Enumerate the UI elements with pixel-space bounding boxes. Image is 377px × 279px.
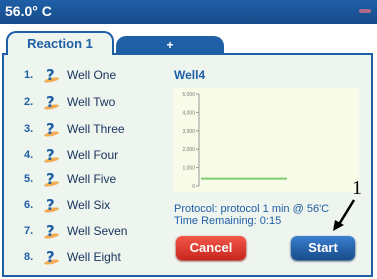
help-icon[interactable]: ? bbox=[43, 248, 60, 266]
help-icon[interactable]: ? bbox=[43, 66, 60, 84]
well-item-5[interactable]: 5. ? Well Five bbox=[24, 170, 116, 188]
tab-reaction-1[interactable]: Reaction 1 bbox=[6, 31, 114, 55]
well-number: 8. bbox=[24, 251, 34, 263]
y-tick-label: 0 bbox=[192, 184, 195, 190]
well-item-4[interactable]: 4. ? Well Four bbox=[24, 146, 118, 164]
well-item-2[interactable]: 2. ? Well Two bbox=[24, 93, 115, 111]
well-item-1[interactable]: 1. ? Well One bbox=[24, 66, 116, 84]
protocol-text: Protocol: protocol 1 min @ 56'C bbox=[174, 203, 330, 215]
well-number: 4. bbox=[24, 149, 34, 161]
well-name: Well Two bbox=[67, 95, 116, 109]
amplification-chart: 0 1,000 2,000 3,000 4,000 5,000 bbox=[173, 88, 359, 192]
help-icon[interactable]: ? bbox=[43, 120, 60, 138]
title-bar: 56.0° C bbox=[0, 0, 377, 24]
y-tick-label: 1,000 bbox=[182, 166, 195, 172]
well-number: 3. bbox=[24, 123, 34, 135]
well-item-7[interactable]: 7. ? Well Seven bbox=[24, 222, 127, 240]
well-item-6[interactable]: 6. ? Well Six bbox=[24, 196, 110, 214]
well-number: 6. bbox=[24, 199, 34, 211]
reaction-panel: 1. ? Well One 2. ? Well Two 3. ? Well Th… bbox=[2, 53, 373, 277]
help-icon[interactable]: ? bbox=[43, 170, 60, 188]
selected-well-title: Well4 bbox=[174, 68, 206, 82]
callout-arrow bbox=[333, 199, 356, 231]
plus-icon: + bbox=[166, 38, 174, 52]
time-remaining-text: Time Remaining: 0:15 bbox=[174, 215, 282, 227]
add-tab-button[interactable]: + bbox=[116, 36, 224, 54]
help-icon[interactable]: ? bbox=[43, 146, 60, 164]
y-tick-label: 3,000 bbox=[182, 129, 195, 135]
well-item-3[interactable]: 3. ? Well Three bbox=[24, 120, 125, 138]
y-tick-label: 5,000 bbox=[182, 92, 195, 98]
well-number: 2. bbox=[24, 96, 34, 108]
status-indicator bbox=[359, 9, 371, 13]
y-tick-label: 2,000 bbox=[182, 147, 195, 153]
help-icon[interactable]: ? bbox=[43, 196, 60, 214]
y-tick-label: 4,000 bbox=[182, 110, 195, 116]
help-icon[interactable]: ? bbox=[43, 93, 60, 111]
start-button[interactable]: Start bbox=[291, 236, 355, 260]
tab-label: Reaction 1 bbox=[27, 36, 93, 51]
well-name: Well Six bbox=[67, 198, 111, 212]
well-item-8[interactable]: 8. ? Well Eight bbox=[24, 248, 121, 266]
well-name: Well Three bbox=[67, 122, 125, 136]
well-name: Well Eight bbox=[67, 250, 121, 264]
well-name: Well One bbox=[67, 68, 117, 82]
well-name: Well Five bbox=[67, 172, 117, 186]
well-name: Well Seven bbox=[67, 224, 128, 238]
well-number: 5. bbox=[24, 173, 34, 185]
chart-svg: 0 1,000 2,000 3,000 4,000 5,000 bbox=[182, 92, 287, 190]
callout-number: 1 bbox=[352, 177, 362, 199]
well-name: Well Four bbox=[67, 148, 119, 162]
well-number: 1. bbox=[24, 69, 34, 81]
cancel-button[interactable]: Cancel bbox=[176, 236, 246, 260]
well-number: 7. bbox=[24, 225, 34, 237]
temperature-readout: 56.0° C bbox=[5, 3, 52, 19]
help-icon[interactable]: ? bbox=[43, 222, 60, 240]
